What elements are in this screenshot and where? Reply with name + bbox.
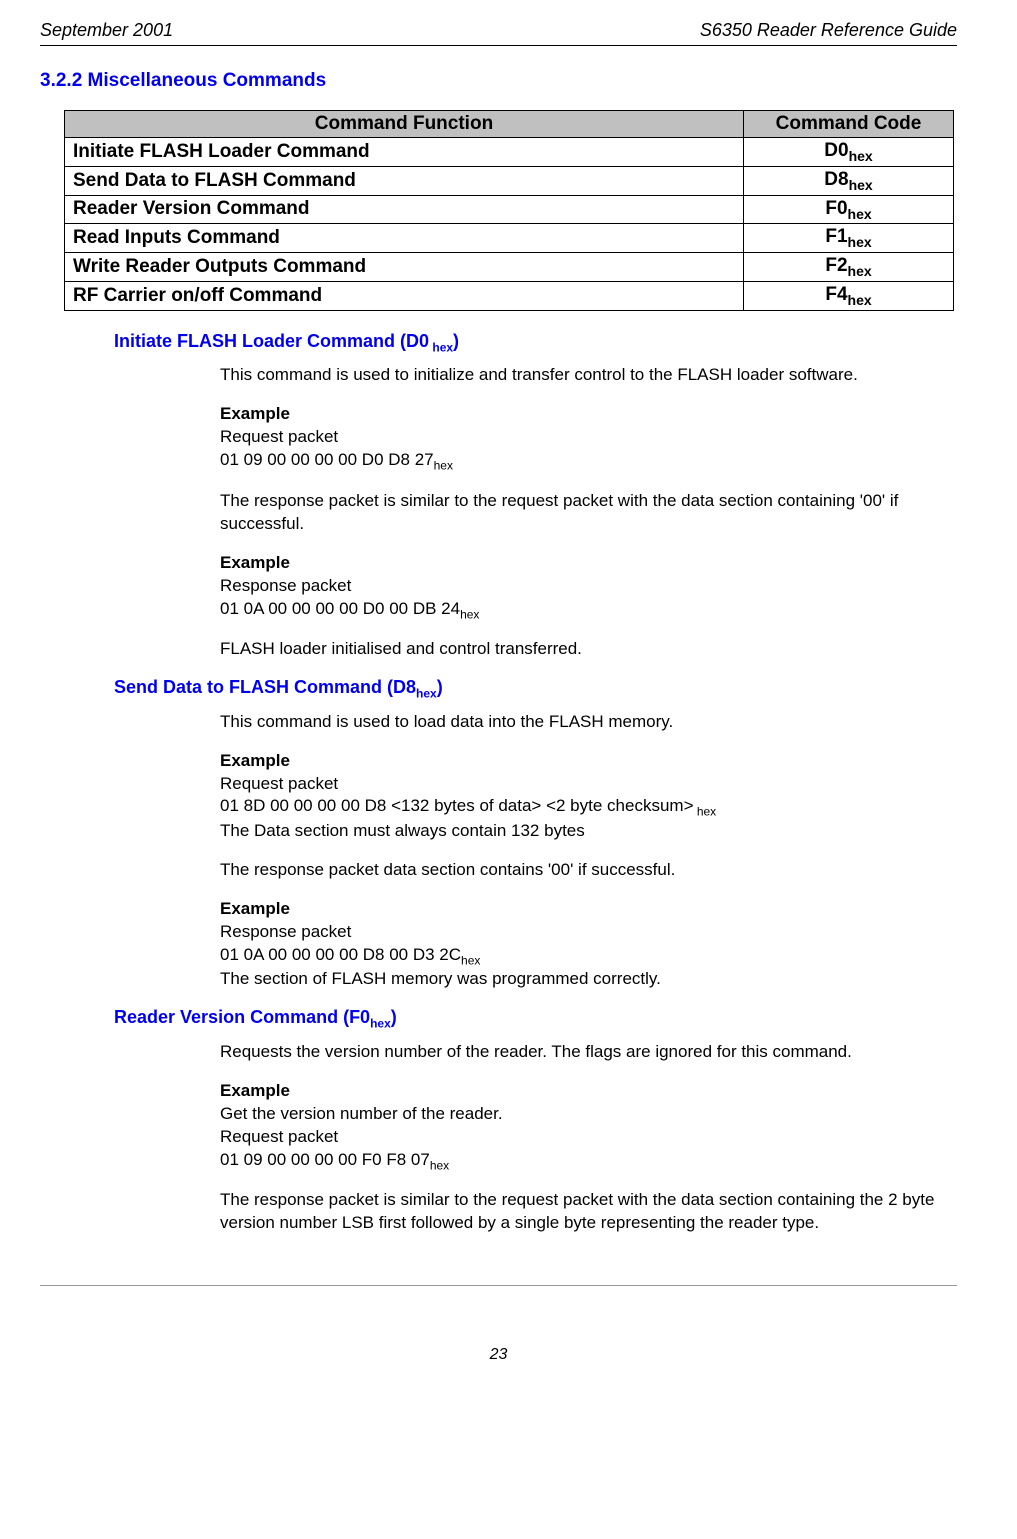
cell-code: F2hex (744, 253, 954, 282)
example-line: Get the version number of the reader. (220, 1104, 503, 1123)
body-text: The response packet is similar to the re… (220, 1189, 957, 1235)
cell-func: Read Inputs Command (65, 224, 744, 253)
footer-rule (40, 1285, 957, 1286)
example-line: The section of FLASH memory was programm… (220, 969, 661, 988)
table-header-row: Command Function Command Code (65, 111, 954, 138)
cell-code: F4hex (744, 281, 954, 310)
cell-func: Reader Version Command (65, 195, 744, 224)
cell-func: Write Reader Outputs Command (65, 253, 744, 282)
table-row: Send Data to FLASH Command D8hex (65, 166, 954, 195)
commands-table: Command Function Command Code Initiate F… (64, 110, 954, 311)
page-header: September 2001 S6350 Reader Reference Gu… (40, 20, 957, 41)
table-row: Initiate FLASH Loader Command D0hex (65, 138, 954, 167)
body-text: Example Request packet 01 09 00 00 00 00… (220, 403, 957, 473)
example-line: Request packet (220, 774, 338, 793)
header-right: S6350 Reader Reference Guide (700, 20, 957, 41)
cell-code: F0hex (744, 195, 954, 224)
cell-code: D0hex (744, 138, 954, 167)
th-code: Command Code (744, 111, 954, 138)
body-text: Example Response packet 01 0A 00 00 00 0… (220, 552, 957, 622)
example-label: Example (220, 751, 290, 770)
example-line: 01 0A 00 00 00 00 D0 00 DB 24 (220, 599, 460, 618)
example-line: Request packet (220, 427, 338, 446)
cell-func: RF Carrier on/off Command (65, 281, 744, 310)
example-label: Example (220, 404, 290, 423)
body-text: Example Request packet 01 8D 00 00 00 00… (220, 750, 957, 843)
subheading-senddata: Send Data to FLASH Command (D8hex) (114, 677, 957, 701)
body-text: This command is used to initialize and t… (220, 364, 957, 387)
example-line: Request packet (220, 1127, 338, 1146)
table-row: Read Inputs Command F1hex (65, 224, 954, 253)
body-text: This command is used to load data into t… (220, 711, 957, 734)
example-label: Example (220, 553, 290, 572)
body-text: Example Response packet 01 0A 00 00 00 0… (220, 898, 957, 991)
cell-func: Send Data to FLASH Command (65, 166, 744, 195)
cell-func: Initiate FLASH Loader Command (65, 138, 744, 167)
example-line: 01 8D 00 00 00 00 D8 <132 bytes of data>… (220, 796, 694, 815)
example-label: Example (220, 1081, 290, 1100)
table-row: Reader Version Command F0hex (65, 195, 954, 224)
header-rule (40, 45, 957, 46)
body-text: Requests the version number of the reade… (220, 1041, 957, 1064)
cell-code: F1hex (744, 224, 954, 253)
body-text: FLASH loader initialised and control tra… (220, 638, 957, 661)
header-left: September 2001 (40, 20, 173, 41)
page-number: 23 (40, 1346, 957, 1364)
subheading-reader: Reader Version Command (F0hex) (114, 1007, 957, 1031)
section-heading: 3.2.2 Miscellaneous Commands (40, 70, 957, 92)
table-row: RF Carrier on/off Command F4hex (65, 281, 954, 310)
example-line: 01 09 00 00 00 00 F0 F8 07 (220, 1150, 430, 1169)
example-line: Response packet (220, 922, 351, 941)
example-line: 01 09 00 00 00 00 D0 D8 27 (220, 450, 434, 469)
example-line: The Data section must always contain 132… (220, 821, 585, 840)
example-line: Response packet (220, 576, 351, 595)
cell-code: D8hex (744, 166, 954, 195)
body-text: Example Get the version number of the re… (220, 1080, 957, 1173)
body-text: The response packet is similar to the re… (220, 490, 957, 536)
table-row: Write Reader Outputs Command F2hex (65, 253, 954, 282)
th-function: Command Function (65, 111, 744, 138)
body-text: The response packet data section contain… (220, 859, 957, 882)
subheading-initiate: Initiate FLASH Loader Command (D0 hex) (114, 331, 957, 355)
example-label: Example (220, 899, 290, 918)
example-line: 01 0A 00 00 00 00 D8 00 D3 2C (220, 945, 461, 964)
